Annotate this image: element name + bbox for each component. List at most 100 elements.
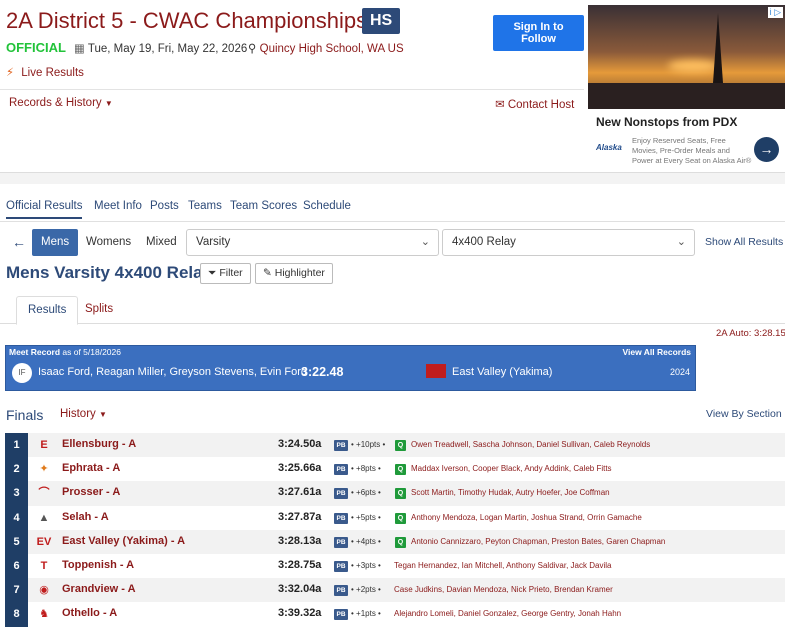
pb-badge: PB [334, 440, 348, 451]
relay-athletes[interactable]: Maddax Iverson, Cooper Black, Andy Addin… [411, 464, 612, 473]
team-points-value: +6pts [356, 488, 376, 498]
level-select-value: Varsity [196, 236, 231, 248]
history-label: History [60, 408, 96, 420]
level-select[interactable]: Varsity ⌄ [186, 229, 439, 256]
relay-athletes[interactable]: Anthony Mendoza, Logan Martin, Joshua St… [411, 513, 642, 522]
contact-host-label: Contact Host [507, 99, 575, 111]
highlighter-button-label: Highlighter [274, 267, 325, 279]
event-select[interactable]: 4x400 Relay ⌄ [442, 229, 695, 256]
team-logo-icon: T [40, 559, 48, 572]
team-points: • +2pts • [351, 585, 381, 595]
place-number: 7 [5, 578, 28, 603]
calendar-icon: ▦ [74, 43, 85, 55]
subtab-splits[interactable]: Splits [74, 296, 124, 325]
team-name-link[interactable]: Othello - A [62, 607, 117, 619]
relay-athletes[interactable]: Alejandro Lomeli, Daniel Gonzalez, Georg… [394, 609, 621, 618]
relay-athletes[interactable]: Scott Martin, Timothy Hudak, Autry Hoefe… [411, 488, 610, 497]
pb-badge: PB [334, 560, 348, 572]
sign-in-follow-button[interactable]: Sign In to Follow [493, 15, 584, 51]
envelope-icon: ✉ [495, 99, 505, 111]
contact-host-link[interactable]: ✉ Contact Host [495, 97, 574, 111]
filter-icon: ⏷ [208, 267, 217, 279]
result-time: 3:28.13a [278, 534, 322, 547]
place-number: 3 [5, 481, 28, 506]
relay-athletes[interactable]: Case Judkins, Davian Mendoza, Nick Priet… [394, 585, 613, 594]
team-name-link[interactable]: Prosser - A [62, 486, 120, 498]
team-name-link[interactable]: Ellensburg - A [62, 438, 136, 450]
relay-athletes[interactable]: Antonio Cannizzaro, Peyton Chapman, Pres… [411, 537, 665, 546]
results-filters: ← Mens Womens Mixed Varsity ⌄ 4x400 Relay… [0, 229, 785, 257]
tab-schedule[interactable]: Schedule [303, 200, 351, 212]
result-time: 3:27.87a [278, 510, 322, 523]
table-row[interactable]: 4 ▲ Selah - A 3:27.87a PB • +5pts • Q Anthony M… [5, 505, 785, 530]
pb-badge: PB [334, 536, 348, 548]
highlighter-button[interactable]: ✎ Highlighter [255, 263, 333, 284]
ad-arrow-icon[interactable]: → [754, 137, 779, 162]
live-results-link[interactable]: ⚡ Live Results [6, 65, 84, 79]
table-row[interactable]: 8 ♞ Othello - A 3:39.32a PB • +1pts • Alejandr… [5, 602, 785, 627]
ad-logo: Alaska [596, 143, 622, 152]
table-row[interactable]: 1 E Ellensburg - A 3:24.50a PB • +10pts • Q Owe… [5, 433, 785, 458]
table-row[interactable]: 6 T Toppenish - A 3:28.75a PB • +3pts • Tegan … [5, 553, 785, 579]
meet-record-team[interactable]: East Valley (Yakima) [452, 366, 552, 378]
table-row[interactable]: 7 ◉ Grandview - A 3:32.04a PB • +2pts • Case J… [5, 578, 785, 603]
team-name-link[interactable]: East Valley (Yakima) - A [62, 535, 185, 547]
ad-image[interactable]: i ▷ [588, 5, 785, 109]
records-history-label: Records & History [9, 97, 102, 109]
result-time: 3:28.75a [278, 558, 322, 571]
back-arrow-icon[interactable]: ← [12, 234, 26, 250]
finals-heading: Finals [6, 407, 44, 423]
team-points: • +1pts • [351, 609, 381, 619]
tab-meet-info[interactable]: Meet Info [94, 200, 142, 212]
records-history-dropdown[interactable]: Records & History ▼ [9, 97, 113, 109]
show-all-results-link[interactable]: Show All Results [705, 236, 783, 248]
qualifier-badge: Q [395, 536, 406, 548]
relay-athletes[interactable]: Owen Treadwell, Sascha Johnson, Daniel S… [411, 440, 650, 449]
filter-button[interactable]: ⏷ Filter [200, 263, 251, 284]
ad-choices-icon[interactable]: i ▷ [767, 7, 783, 18]
place-number: 6 [5, 553, 28, 579]
tab-teams[interactable]: Teams [188, 200, 222, 212]
main-tabs: Official Results Meet Info Posts Teams T… [0, 196, 785, 222]
gender-mixed-button[interactable]: Mixed [137, 229, 186, 256]
gender-mens-button[interactable]: Mens [32, 229, 79, 256]
team-name-link[interactable]: Selah - A [62, 511, 109, 523]
team-name-link[interactable]: Toppenish - A [62, 559, 134, 571]
team-name-link[interactable]: Grandview - A [62, 583, 136, 595]
team-points: • +8pts • [351, 464, 381, 474]
meet-record-athletes[interactable]: Isaac Ford, Reagan Miller, Greyson Steve… [38, 366, 307, 378]
history-dropdown[interactable]: History ▼ [60, 408, 107, 420]
team-points-value: +10pts [356, 440, 381, 449]
place-number: 2 [5, 457, 28, 482]
highlighter-icon: ✎ [263, 267, 272, 279]
team-points: • +5pts • [351, 512, 381, 522]
filter-button-label: Filter [219, 267, 243, 279]
view-by-section-link[interactable]: View By Section [706, 408, 782, 420]
subtab-results[interactable]: Results [16, 296, 79, 325]
tab-team-scores[interactable]: Team Scores [230, 200, 297, 212]
gender-womens-button[interactable]: Womens [77, 229, 140, 256]
result-time: 3:39.32a [278, 607, 322, 620]
team-name-link[interactable]: Ephrata - A [62, 462, 120, 474]
meet-record-banner: Meet Record as of 5/18/2026 View All Rec… [5, 345, 696, 391]
qualifier-badge: Q [395, 488, 406, 500]
tab-official-results[interactable]: Official Results [6, 200, 83, 219]
relay-athletes[interactable]: Tegan Hernandez, Ian Mitchell, Anthony S… [394, 561, 611, 570]
ad-headline[interactable]: New Nonstops from PDX [596, 115, 737, 129]
official-status: OFFICIAL [6, 40, 66, 55]
table-row[interactable]: 2 ✦ Ephrata - A 3:25.66a PB • +8pts • Q Maddax … [5, 457, 785, 482]
pb-badge: PB [334, 609, 348, 621]
view-all-records-link[interactable]: View All Records [623, 347, 692, 357]
results-table: 1 E Ellensburg - A 3:24.50a PB • +10pts • Q Owe… [5, 433, 785, 627]
tab-posts[interactable]: Posts [150, 200, 179, 212]
table-row[interactable]: 5 EV East Valley (Yakima) - A 3:28.13a PB • +… [5, 529, 785, 554]
team-points: • +6pts • [351, 488, 381, 498]
event-select-value: 4x400 Relay [452, 236, 516, 248]
team-logo-icon: ⌒ [38, 487, 50, 500]
meet-location-link[interactable]: ⚲ Quincy High School, WA US [248, 41, 404, 55]
place-number: 5 [5, 529, 28, 554]
auto-qualifying-standard: 2A Auto: 3:28.15 [716, 328, 785, 339]
table-row[interactable]: 3 ⌒ Prosser - A 3:27.61a PB • +6pts • Q Scott M… [5, 481, 785, 506]
team-points-value: +8pts [356, 464, 376, 474]
advertisement[interactable]: i ▷ New Nonstops from PDX Alaska Enjoy R… [588, 5, 785, 172]
